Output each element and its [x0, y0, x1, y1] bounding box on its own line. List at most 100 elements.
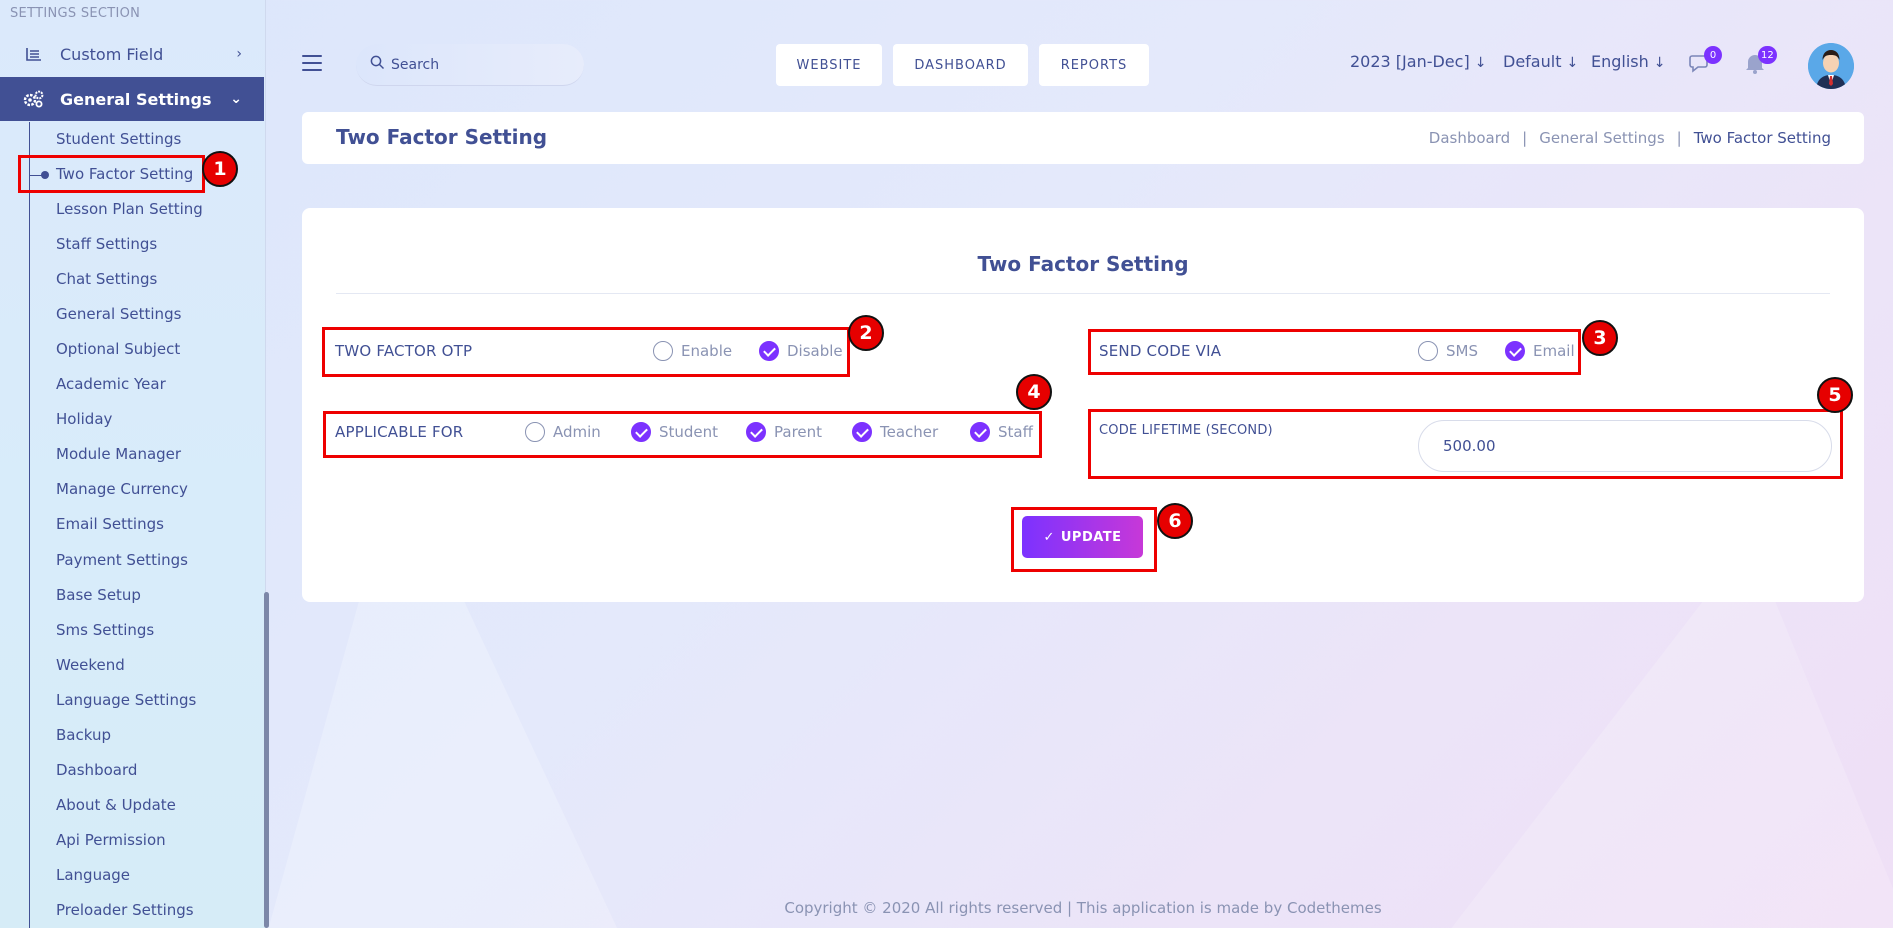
sidebar-scrollbar[interactable] [264, 592, 269, 928]
sidebar-item-custom-field[interactable]: Custom Field › [0, 32, 264, 76]
option-label: Admin [553, 423, 601, 441]
check-icon: ✓ [1043, 529, 1055, 545]
sidebar-subitem-preloader-settings[interactable]: Preloader Settings [56, 901, 194, 919]
update-label: UPDATE [1060, 529, 1122, 545]
reports-button[interactable]: REPORTS [1039, 44, 1149, 86]
arrow-down-icon: ↓ [1566, 55, 1579, 71]
sidebar-subitem-language[interactable]: Language [56, 866, 130, 884]
divider [336, 293, 1830, 294]
option-label: Parent [774, 423, 823, 441]
otp-enable-radio[interactable]: Enable [653, 341, 732, 361]
applicable-admin-checkbox[interactable]: Admin [525, 422, 601, 442]
avatar-icon [1808, 43, 1854, 89]
menu-toggle-icon[interactable] [302, 55, 322, 71]
active-indicator-dot [41, 171, 49, 179]
option-label: SMS [1446, 342, 1478, 360]
option-label: Email [1533, 342, 1575, 360]
sidebar: SETTINGS SECTION Custom Field › General … [0, 0, 266, 928]
sidebar-section-title: SETTINGS SECTION [10, 6, 141, 21]
send-via-sms-radio[interactable]: SMS [1418, 341, 1478, 361]
chat-count-badge: 0 [1704, 46, 1722, 64]
two-factor-otp-label: TWO FACTOR OTP [335, 342, 473, 360]
sidebar-subitem-base-setup[interactable]: Base Setup [56, 586, 141, 604]
academic-year-value: 2023 [Jan-Dec] [1350, 52, 1470, 71]
breadcrumb-current: Two Factor Setting [1693, 129, 1831, 147]
checkbox-checked-icon [970, 422, 990, 442]
sidebar-subitem-module-manager[interactable]: Module Manager [56, 445, 181, 463]
sidebar-subitem-chat-settings[interactable]: Chat Settings [56, 270, 157, 288]
sidebar-subitem-two-factor-setting[interactable]: Two Factor Setting [56, 165, 193, 183]
applicable-teacher-checkbox[interactable]: Teacher [852, 422, 938, 442]
language-value: English [1591, 52, 1649, 71]
arrow-down-icon: ↓ [1474, 55, 1487, 71]
chat-button[interactable]: 0 [1688, 46, 1722, 78]
academic-year-dropdown[interactable]: 2023 [Jan-Dec] ↓ [1350, 52, 1486, 71]
sidebar-subitem-weekend[interactable]: Weekend [56, 656, 125, 674]
send-via-email-radio[interactable]: Email [1505, 341, 1575, 361]
sidebar-subitem-api-permission[interactable]: Api Permission [56, 831, 166, 849]
sidebar-subitem-backup[interactable]: Backup [56, 726, 111, 744]
sidebar-subitem-manage-currency[interactable]: Manage Currency [56, 480, 188, 498]
sidebar-subitem-academic-year[interactable]: Academic Year [56, 375, 166, 393]
user-avatar[interactable] [1808, 43, 1854, 89]
breadcrumb: Dashboard | General Settings | Two Factor Se… [1428, 129, 1831, 147]
two-factor-form-card: Two Factor Setting TWO FACTOR OTP Enable… [302, 208, 1864, 602]
chevron-right-icon: › [236, 46, 242, 62]
sidebar-subitem-language-settings[interactable]: Language Settings [56, 691, 196, 709]
style-value: Default [1503, 52, 1562, 71]
radio-unchecked-icon [653, 341, 673, 361]
annotation-number-4: 4 [1016, 374, 1052, 410]
website-button[interactable]: WEBSITE [776, 44, 882, 86]
form-title: Two Factor Setting [977, 252, 1189, 276]
sidebar-item-label: General Settings [60, 89, 212, 109]
applicable-for-label: APPLICABLE FOR [335, 423, 464, 441]
page-title: Two Factor Setting [336, 125, 548, 149]
sidebar-subitem-payment-settings[interactable]: Payment Settings [56, 551, 188, 569]
applicable-student-checkbox[interactable]: Student [631, 422, 718, 442]
sidebar-item-general-settings[interactable]: General Settings ⌄ [0, 77, 264, 121]
search-box[interactable] [356, 44, 584, 86]
sidebar-subitem-email-settings[interactable]: Email Settings [56, 515, 164, 533]
style-dropdown[interactable]: Default ↓ [1503, 52, 1578, 71]
checkbox-checked-icon [746, 422, 766, 442]
sidebar-subitem-general-settings[interactable]: General Settings [56, 305, 181, 323]
annotation-number-5: 5 [1817, 377, 1853, 413]
footer-copyright: Copyright © 2020 All rights reserved | T… [784, 899, 1382, 917]
option-label: Student [659, 423, 719, 441]
custom-field-icon [22, 44, 46, 64]
language-dropdown[interactable]: English ↓ [1591, 52, 1666, 71]
notification-button[interactable]: 12 [1742, 46, 1777, 78]
option-label: Teacher [880, 423, 939, 441]
notification-count-badge: 12 [1758, 46, 1777, 64]
annotation-number-3: 3 [1582, 320, 1618, 356]
applicable-parent-checkbox[interactable]: Parent [746, 422, 822, 442]
sidebar-item-label: Custom Field [60, 44, 164, 64]
breadcrumb-dashboard[interactable]: Dashboard [1429, 129, 1510, 147]
dashboard-button[interactable]: DASHBOARD [893, 44, 1028, 86]
sidebar-subitem-lesson-plan-setting[interactable]: Lesson Plan Setting [56, 200, 203, 218]
sidebar-subitem-staff-settings[interactable]: Staff Settings [56, 235, 157, 253]
search-input[interactable] [391, 56, 561, 73]
sidebar-subitem-holiday[interactable]: Holiday [56, 410, 112, 428]
sidebar-subitem-dashboard[interactable]: Dashboard [56, 761, 137, 779]
chevron-down-icon: ⌄ [230, 91, 242, 107]
update-button[interactable]: ✓ UPDATE [1022, 516, 1143, 558]
sidebar-subitem-student-settings[interactable]: Student Settings [56, 130, 181, 148]
applicable-staff-checkbox[interactable]: Staff [970, 422, 1033, 442]
arrow-down-icon: ↓ [1653, 55, 1666, 71]
otp-disable-radio[interactable]: Disable [759, 341, 843, 361]
search-icon [370, 55, 385, 74]
option-label: Staff [998, 423, 1033, 441]
code-lifetime-label: CODE LIFETIME (SECOND) [1099, 423, 1273, 438]
sidebar-subitem-optional-subject[interactable]: Optional Subject [56, 340, 180, 358]
send-code-via-label: SEND CODE VIA [1099, 342, 1222, 360]
breadcrumb-general-settings[interactable]: General Settings [1539, 129, 1664, 147]
annotation-number-2: 2 [848, 315, 884, 351]
sidebar-subitem-about-update[interactable]: About & Update [56, 796, 176, 814]
code-lifetime-input[interactable] [1418, 420, 1832, 472]
radio-unchecked-icon [1418, 341, 1438, 361]
radio-checked-icon [1505, 341, 1525, 361]
gears-icon [22, 89, 46, 109]
checkbox-checked-icon [631, 422, 651, 442]
sidebar-subitem-sms-settings[interactable]: Sms Settings [56, 621, 154, 639]
